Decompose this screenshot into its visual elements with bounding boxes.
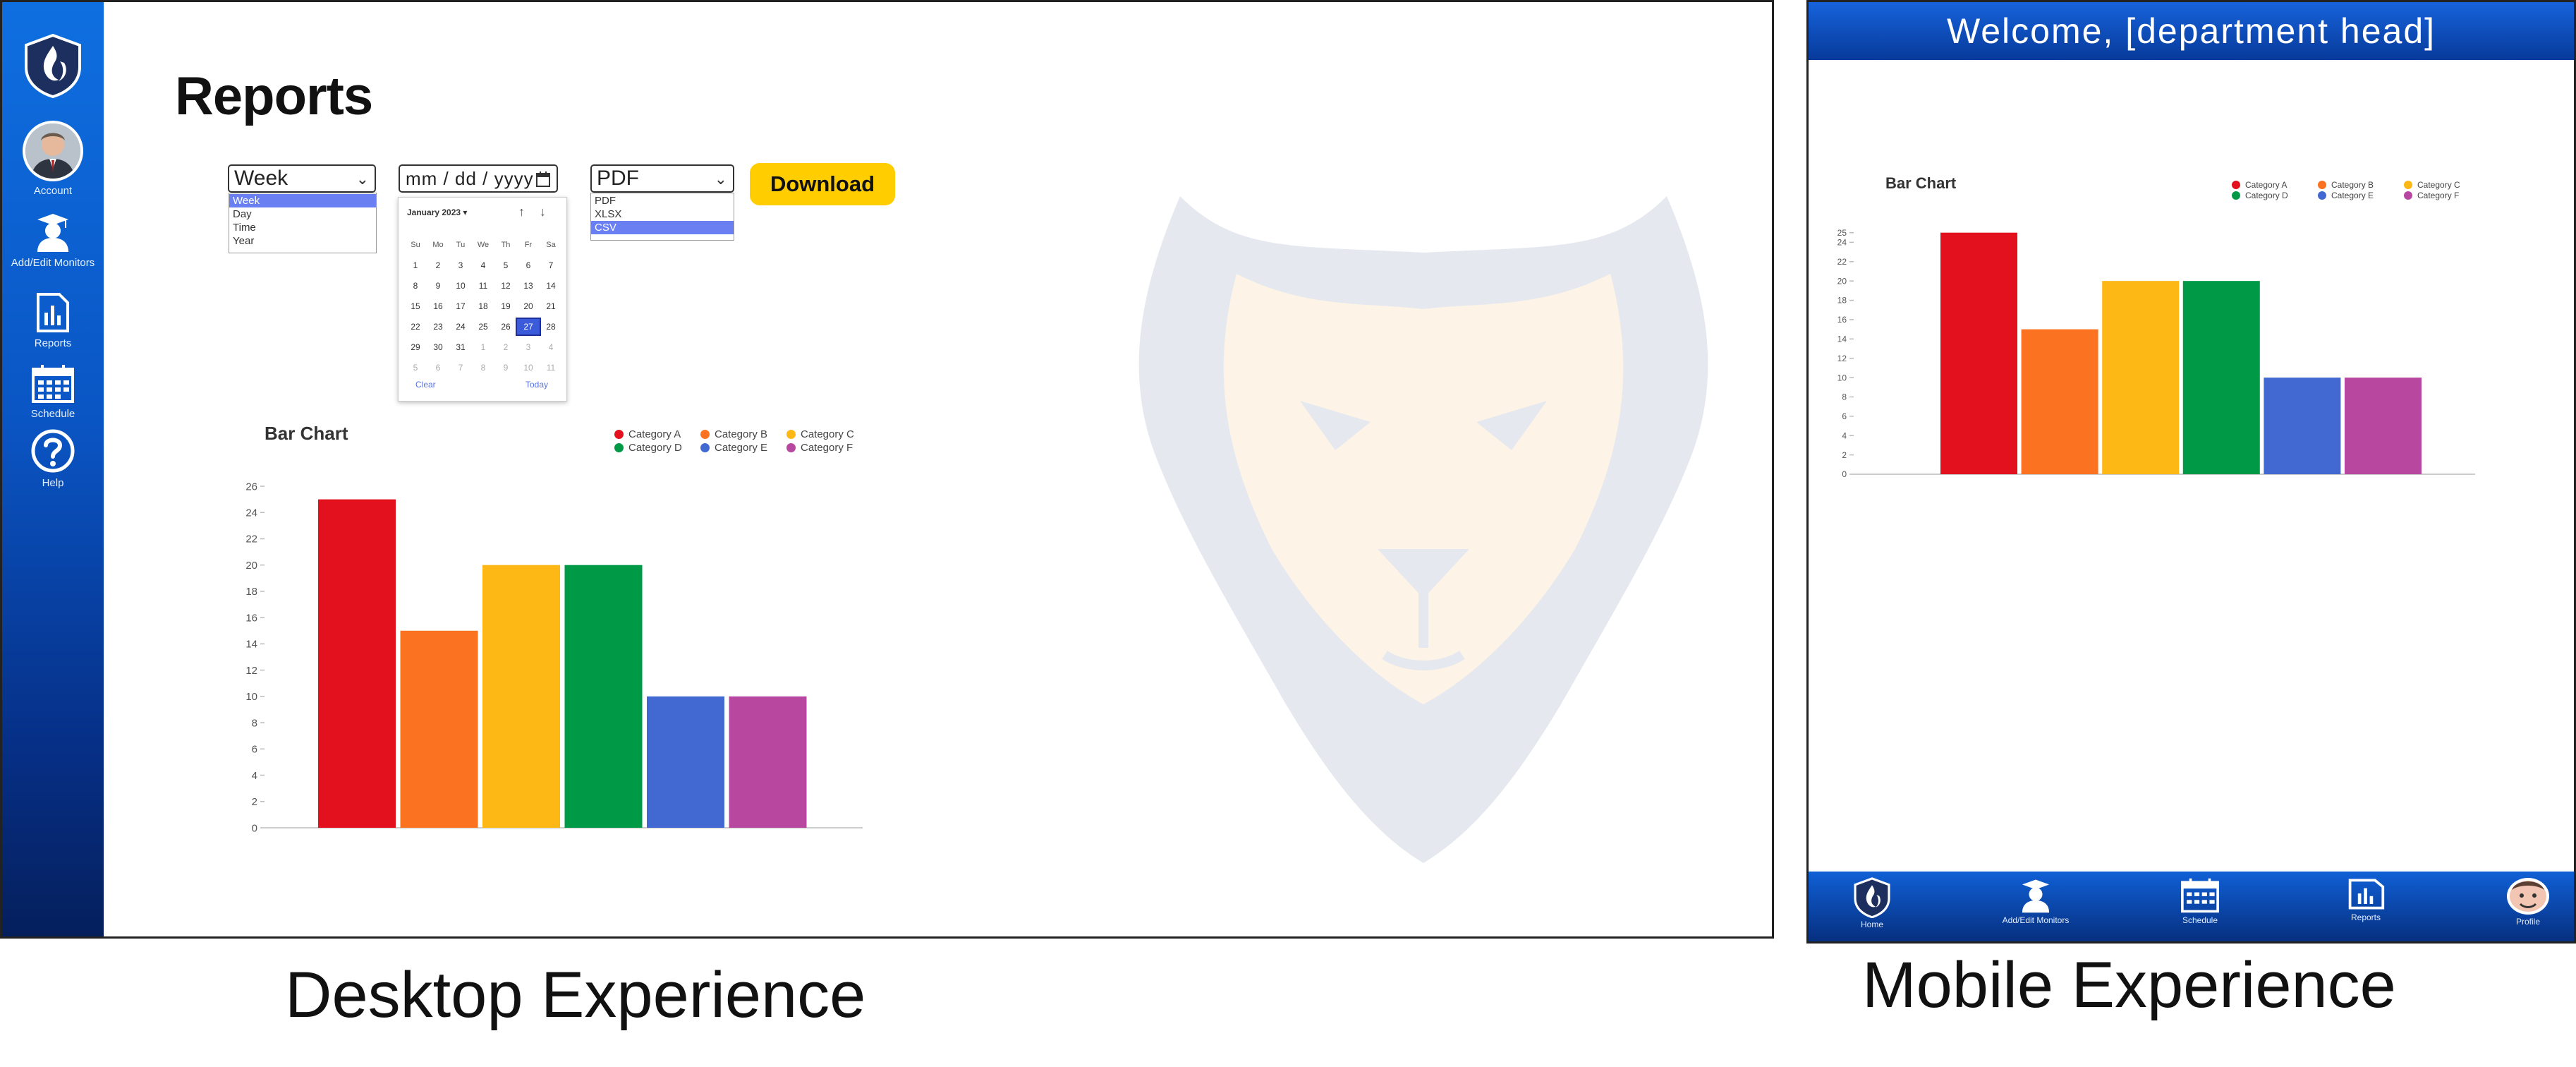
y-tick-label: 24 — [1837, 238, 1847, 248]
desktop-bar-chart: 02468101214161820222426 — [245, 481, 863, 834]
bar-category-b — [2021, 329, 2098, 474]
calendar-icon — [2181, 878, 2219, 913]
y-tick-label: 8 — [252, 717, 257, 729]
y-tick-label: 2 — [252, 796, 257, 808]
y-tick-label: 18 — [1837, 296, 1847, 306]
y-tick-label: 22 — [1837, 257, 1847, 267]
avatar — [2507, 878, 2549, 915]
y-tick-label: 6 — [1842, 411, 1847, 421]
nav-home[interactable]: Home — [1830, 877, 1914, 929]
nav-reports[interactable]: Reports — [2323, 877, 2408, 922]
bar-category-a — [318, 499, 396, 828]
bar-category-e — [2264, 378, 2341, 474]
nav-label: Profile — [2515, 917, 2540, 927]
y-tick-label: 18 — [245, 586, 257, 598]
mobile-caption: Mobile Experience — [1862, 949, 2396, 1021]
bar-category-d — [2182, 281, 2260, 474]
y-tick-label: 4 — [252, 770, 257, 782]
y-tick-label: 20 — [245, 560, 257, 572]
bar-category-c — [2102, 281, 2180, 474]
bar-category-f — [729, 696, 807, 828]
graduate-user-icon — [2022, 879, 2050, 913]
y-tick-label: 26 — [245, 481, 257, 493]
y-tick-label: 20 — [1837, 276, 1847, 286]
y-tick-label: 2 — [1842, 450, 1847, 460]
bar-category-e — [647, 696, 724, 828]
y-tick-label: 6 — [252, 744, 257, 756]
university-flame-logo-icon — [1854, 877, 1890, 918]
y-tick-label: 12 — [1837, 354, 1847, 363]
y-tick-label: 12 — [245, 665, 257, 677]
y-tick-label: 4 — [1842, 430, 1847, 440]
nav-add-edit-monitors[interactable]: Add/Edit Monitors — [1993, 877, 2078, 924]
y-tick-label: 14 — [1837, 334, 1847, 344]
bar-category-b — [400, 630, 478, 828]
y-tick-label: 16 — [245, 612, 257, 624]
y-tick-label: 16 — [1837, 315, 1847, 325]
y-tick-label: 14 — [245, 639, 257, 651]
desktop-caption: Desktop Experience — [285, 959, 866, 1031]
bottom-nav: Home Add/Edit Monitors Schedule Reports … — [1809, 872, 2574, 941]
y-tick-label: 0 — [1842, 469, 1847, 479]
y-tick-label: 24 — [245, 507, 257, 519]
nav-profile[interactable]: Profile — [2486, 877, 2570, 926]
bar-category-f — [2345, 378, 2422, 474]
y-tick-label: 0 — [252, 822, 257, 834]
nav-label: Add/Edit Monitors — [2002, 915, 2070, 925]
y-tick-label: 10 — [1837, 373, 1847, 382]
mobile-bar-chart: 02468101214161820222425 — [1837, 228, 2475, 479]
mobile-frame: Welcome, [department head] Bar Chart Cat… — [1806, 0, 2576, 944]
nav-schedule[interactable]: Schedule — [2158, 877, 2242, 924]
y-tick-label: 8 — [1842, 392, 1847, 402]
nav-label: Schedule — [2182, 915, 2218, 925]
desktop-frame: Account Add/Edit Monitors Reports Schedu… — [0, 0, 1774, 939]
bar-category-c — [482, 565, 560, 828]
tiger-mascot-watermark — [1138, 196, 1708, 863]
bar-category-a — [1940, 232, 2017, 474]
bar-category-d — [564, 565, 643, 828]
nav-label: Home — [1860, 920, 1883, 929]
y-tick-label: 10 — [245, 691, 257, 703]
y-tick-label: 22 — [245, 534, 257, 545]
y-tick-label: 25 — [1837, 228, 1847, 238]
bar-report-icon — [2348, 879, 2385, 910]
nav-label: Reports — [2350, 912, 2381, 922]
